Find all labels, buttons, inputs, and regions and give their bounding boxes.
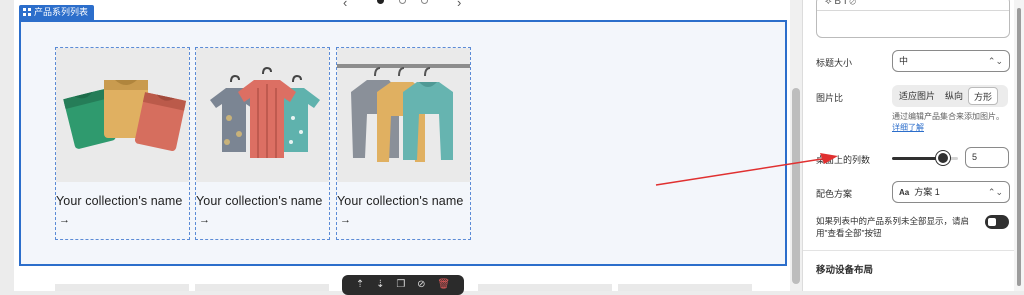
collection-name: Your collection's name	[196, 194, 323, 208]
view-all-toggle[interactable]	[985, 215, 1009, 229]
image-ratio-help: 通过编辑产品集合来添加图片。 详细了解	[892, 111, 1010, 133]
canvas-scrollbar-thumb[interactable]	[792, 88, 800, 284]
image-ratio-option-adapt[interactable]: 适应图片	[894, 87, 940, 105]
color-scheme-swatch-icon: Aa	[899, 188, 910, 197]
carousel-next-icon[interactable]: ›	[457, 0, 461, 9]
title-size-value: 中	[899, 56, 909, 66]
mobile-layout-heading: 移动设备布局	[816, 265, 874, 276]
carousel-dot-3[interactable]	[421, 0, 428, 4]
image-ratio-segmented-control: 适应图片 纵向 方形	[892, 85, 1008, 107]
desktop-columns-label: 桌面上的列数	[816, 155, 871, 165]
arrow-right-icon: →	[59, 214, 70, 226]
move-up-icon[interactable]: ⇡	[356, 280, 364, 290]
columns-slider-handle[interactable]	[936, 151, 950, 165]
arrow-right-icon: →	[340, 214, 351, 226]
carousel-dot-2[interactable]	[399, 0, 406, 4]
image-ratio-help-text: 通过编辑产品集合来添加图片。	[892, 112, 1004, 121]
hide-icon[interactable]: ⊘	[417, 280, 425, 290]
image-ratio-option-square[interactable]: 方形	[968, 87, 999, 105]
delete-icon[interactable]: 🗑	[437, 280, 450, 290]
panel-scrollbar-thumb[interactable]	[1017, 8, 1021, 286]
editor-canvas: ‹ › 产品系列列表 Your collection's name → Your…	[0, 0, 802, 295]
next-section-placeholder	[478, 284, 612, 291]
carousel-dot-1[interactable]	[377, 0, 384, 4]
hanging-shirts-image	[196, 48, 329, 182]
columns-number-input[interactable]: 5	[965, 147, 1009, 168]
next-section-placeholder	[55, 284, 189, 291]
clothes-rack-image	[337, 48, 470, 182]
grid-icon	[23, 8, 31, 16]
move-down-icon[interactable]: ⇣	[376, 280, 384, 290]
folded-shirts-image	[56, 48, 189, 182]
next-section-placeholder	[195, 284, 329, 291]
collection-card[interactable]: Your collection's name →	[195, 47, 330, 240]
chevron-updown-icon: ⌃⌄	[987, 56, 1003, 66]
rich-text-editor[interactable]: ⟡ B I ⊘	[816, 0, 1010, 38]
collection-card[interactable]: Your collection's name →	[55, 47, 190, 240]
image-ratio-option-portrait[interactable]: 纵向	[940, 87, 968, 105]
next-section-placeholder	[618, 284, 752, 291]
collection-name: Your collection's name	[56, 194, 183, 208]
image-ratio-label: 图片比	[816, 93, 844, 103]
color-scheme-label: 配色方案	[816, 189, 853, 199]
carousel-controls: ‹ ›	[330, 0, 480, 14]
collection-name: Your collection's name	[337, 194, 464, 208]
canvas-scrollbar[interactable]	[790, 0, 802, 291]
settings-panel: ⟡ B I ⊘ 标题大小 中 ⌃⌄ 图片比 适应图片 纵向 方形 通过编辑产品集…	[802, 0, 1015, 291]
text-format-toolbar[interactable]: ⟡ B I ⊘	[817, 0, 1009, 11]
toggle-knob	[988, 218, 996, 226]
section-tag-label: 产品系列列表	[34, 7, 89, 17]
color-scheme-select[interactable]: Aa 方案 1 ⌃⌄	[892, 181, 1010, 203]
title-size-label: 标题大小	[816, 58, 853, 68]
color-scheme-value: 方案 1	[914, 187, 940, 197]
carousel-prev-icon[interactable]: ‹	[343, 0, 347, 9]
panel-divider	[803, 250, 1015, 251]
title-size-select[interactable]: 中 ⌃⌄	[892, 50, 1010, 72]
collection-card[interactable]: Your collection's name →	[336, 47, 471, 240]
learn-more-link[interactable]: 详细了解	[892, 123, 924, 132]
block-action-toolbar: ⇡ ⇣ ❐ ⊘ 🗑	[342, 275, 464, 295]
duplicate-icon[interactable]: ❐	[396, 280, 405, 290]
panel-scrollbar[interactable]	[1014, 0, 1024, 291]
section-selection-tag[interactable]: 产品系列列表	[19, 5, 95, 20]
chevron-updown-icon: ⌃⌄	[987, 187, 1003, 197]
view-all-label: 如果列表中的产品系列未全部显示，请启用"查看全部"按钮	[816, 216, 970, 238]
arrow-right-icon: →	[199, 214, 210, 226]
